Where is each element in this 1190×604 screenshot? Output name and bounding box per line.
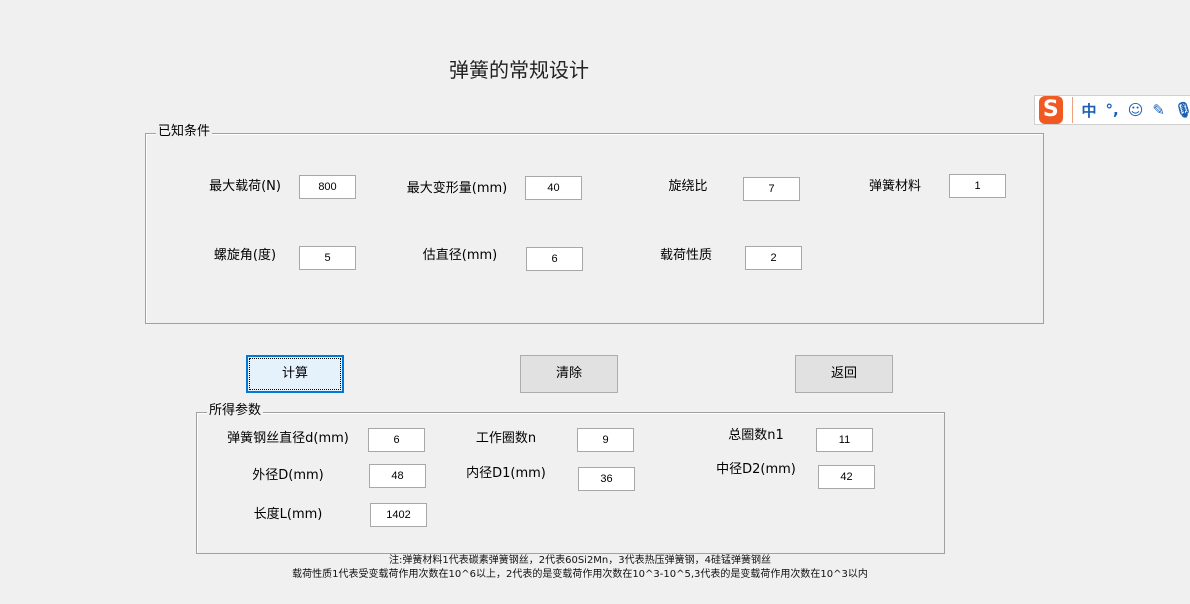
active-coils-label: 工作圈数n: [475, 431, 537, 446]
total-coils-label: 总圈数n1: [728, 428, 784, 443]
inner-diameter-label: 内径D1(mm): [466, 466, 546, 481]
length-output[interactable]: 1402: [370, 503, 427, 527]
max-load-label: 最大载荷(N): [209, 179, 281, 194]
wire-diameter-label: 弹簧钢丝直径d(mm): [227, 431, 349, 446]
inner-diameter-output[interactable]: 36: [578, 467, 635, 491]
mean-diameter-label: 中径D2(mm): [716, 462, 796, 477]
pen-icon[interactable]: ✎: [1152, 101, 1165, 119]
estimated-diameter-input[interactable]: 6: [526, 247, 583, 271]
calculate-button[interactable]: 计算: [246, 355, 344, 393]
known-conditions-group: [145, 133, 1044, 324]
clear-button[interactable]: 清除: [520, 355, 618, 393]
total-coils-output[interactable]: 11: [816, 428, 873, 452]
page-title: 弹簧的常规设计: [449, 58, 589, 82]
active-coils-output[interactable]: 9: [577, 428, 634, 452]
wire-diameter-output[interactable]: 6: [368, 428, 425, 452]
note-material: 注:弹簧材料1代表碳素弹簧钢丝，2代表60Si2Mn，3代表热压弹簧钢，4硅锰弹…: [389, 555, 771, 566]
note-load-type: 载荷性质1代表受变载荷作用次数在10^6以上，2代表的是变载荷作用次数在10^3…: [292, 569, 868, 580]
mean-diameter-output[interactable]: 42: [818, 465, 875, 489]
emoji-icon[interactable]: ☺: [1128, 101, 1144, 119]
chinese-mode-icon[interactable]: 中: [1082, 100, 1097, 121]
load-type-input[interactable]: 2: [745, 246, 802, 270]
spring-material-input[interactable]: 1: [949, 174, 1006, 198]
sogou-logo-icon: S: [1039, 96, 1063, 124]
spring-index-label: 旋绕比: [668, 179, 708, 194]
estimated-diameter-label: 估直径(mm): [422, 248, 498, 263]
mic-icon[interactable]: 🎙: [1174, 101, 1190, 119]
helix-angle-input[interactable]: 5: [299, 246, 356, 270]
length-label: 长度L(mm): [253, 507, 323, 522]
max-load-input[interactable]: 800: [299, 175, 356, 199]
max-deformation-label: 最大变形量(mm): [406, 181, 508, 196]
back-button[interactable]: 返回: [795, 355, 893, 393]
known-conditions-label: 已知条件: [156, 124, 213, 140]
calculate-button-label: 计算: [249, 358, 341, 390]
load-type-label: 载荷性质: [659, 248, 713, 263]
ime-toolbar[interactable]: S 中 °, ☺ ✎ 🎙: [1034, 95, 1190, 125]
results-label: 所得参数: [207, 403, 264, 419]
max-deformation-input[interactable]: 40: [525, 176, 582, 200]
divider: [1071, 97, 1073, 123]
outer-diameter-label: 外径D(mm): [252, 468, 324, 483]
outer-diameter-output[interactable]: 48: [369, 464, 426, 488]
spring-material-label: 弹簧材料: [868, 179, 922, 194]
helix-angle-label: 螺旋角(度): [213, 248, 277, 263]
punctuation-icon[interactable]: °,: [1106, 101, 1119, 119]
spring-index-input[interactable]: 7: [743, 177, 800, 201]
